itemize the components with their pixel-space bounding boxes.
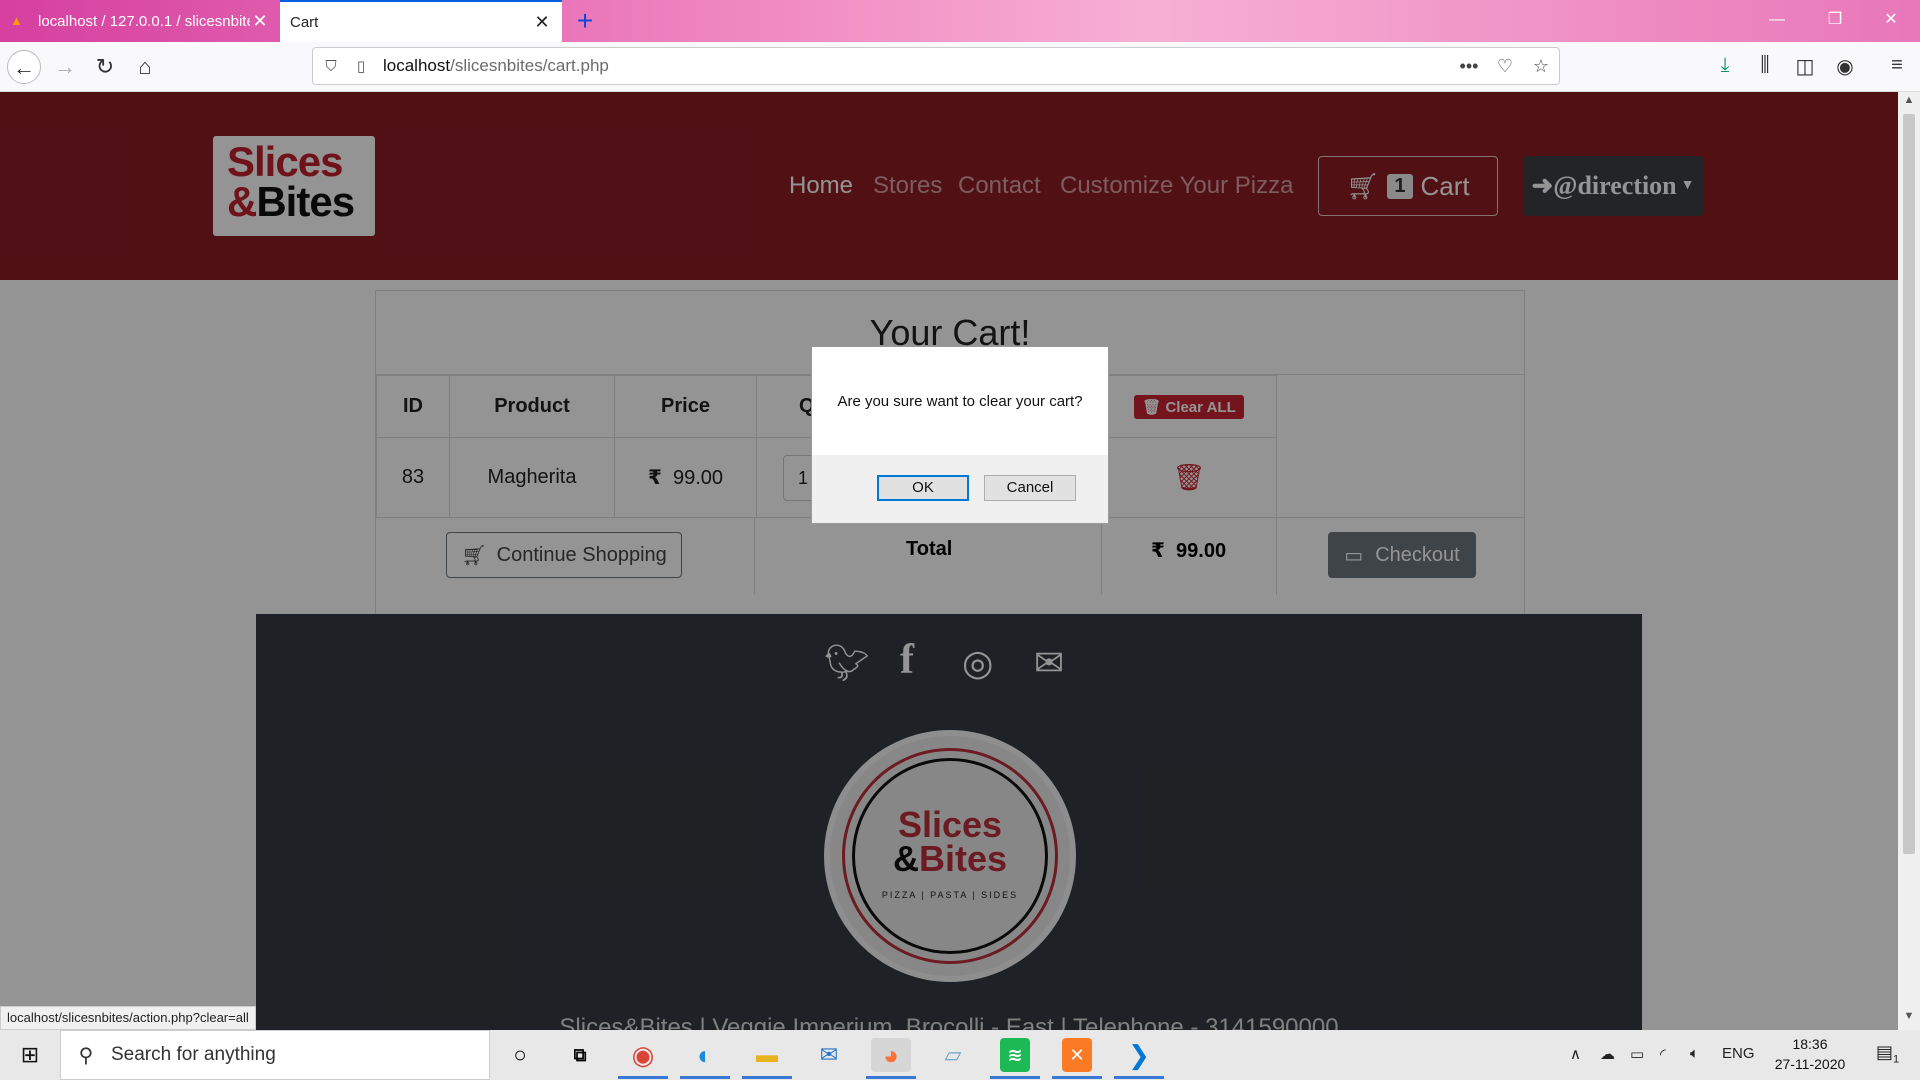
sidebar-icon[interactable]: ◫ (1790, 54, 1820, 79)
download-icon[interactable]: ⤓ (1710, 54, 1740, 77)
mail-icon[interactable]: ✉ (809, 1038, 849, 1072)
new-tab-button[interactable]: + (570, 4, 600, 38)
url-host: localhost (383, 56, 451, 75)
scrollbar-thumb[interactable] (1903, 114, 1915, 854)
clock-date: 27-11-2020 (1774, 1056, 1846, 1072)
tab-phpmyadmin[interactable]: ▲ localhost / 127.0.0.1 / slicesnbites ✕ (0, 0, 280, 42)
menu-icon[interactable]: ≡ (1882, 54, 1912, 77)
status-bar-url: localhost/slicesnbites/action.php?clear=… (0, 1006, 256, 1030)
address-bar[interactable]: ⛉ ▯ localhost/slicesnbites/cart.php ••• … (312, 47, 1560, 85)
page-scrollbar[interactable]: ▲ ▼ (1898, 92, 1920, 1030)
library-icon[interactable]: ⫼ (1750, 54, 1780, 77)
notepad-icon[interactable]: ▱ (933, 1038, 973, 1072)
close-icon[interactable]: ✕ (250, 11, 270, 32)
cancel-button[interactable]: Cancel (984, 475, 1076, 501)
file-explorer-icon[interactable]: ▬ (747, 1038, 787, 1072)
task-view-icon[interactable]: ⧉ (560, 1038, 600, 1072)
reload-button[interactable]: ↻ (88, 50, 122, 84)
edge-icon[interactable]: ◐ (685, 1038, 725, 1072)
more-actions-icon[interactable]: ••• (1451, 56, 1487, 77)
notification-center-icon[interactable]: ▤1 (1876, 1042, 1899, 1066)
clock-time: 18:36 (1792, 1036, 1828, 1052)
show-hidden-icons[interactable]: ∧ (1570, 1045, 1581, 1063)
back-button[interactable]: ← (7, 50, 41, 84)
onedrive-icon[interactable]: ☁ (1600, 1045, 1615, 1063)
page-info-icon[interactable]: ▯ (349, 57, 373, 75)
confirm-dialog: Are you sure want to clear your cart? OK… (811, 346, 1109, 524)
firefox-icon[interactable]: ◕ (871, 1038, 911, 1072)
close-window-button[interactable]: ✕ (1866, 0, 1916, 42)
pocket-icon[interactable]: ♡ (1487, 56, 1523, 77)
phpmyadmin-icon: ▲ (10, 13, 23, 28)
browser-tab-bar: ▲ localhost / 127.0.0.1 / slicesnbites ✕… (0, 0, 1920, 42)
browser-navbar: ← → ↻ ⌂ ⛉ ▯ localhost/slicesnbites/cart.… (0, 42, 1920, 92)
xampp-icon[interactable]: ✕ (1062, 1038, 1092, 1072)
search-placeholder: Search for anything (111, 1044, 276, 1065)
tab-cart[interactable]: Cart ✕ (280, 0, 562, 42)
taskbar-search[interactable]: ⚲ Search for anything (60, 1030, 490, 1080)
restore-button[interactable]: ❐ (1810, 0, 1860, 42)
page-viewport: Slices &Bites Home Stores Contact Custom… (0, 92, 1898, 1030)
account-icon[interactable]: ◉ (1830, 54, 1860, 79)
scroll-up-arrow[interactable]: ▲ (1898, 94, 1920, 106)
minimize-button[interactable]: — (1752, 0, 1802, 42)
tab-title: localhost / 127.0.0.1 / slicesnbites (38, 12, 250, 30)
spotify-icon[interactable]: ≋ (1000, 1038, 1030, 1072)
close-icon[interactable]: ✕ (532, 12, 552, 33)
vscode-icon[interactable]: ❯ (1119, 1038, 1159, 1072)
modal-overlay (0, 92, 1898, 1030)
home-button[interactable]: ⌂ (128, 50, 162, 84)
bookmark-star-icon[interactable]: ☆ (1523, 56, 1559, 77)
volume-icon[interactable]: 🔈︎ (1690, 1045, 1699, 1062)
windows-start-icon[interactable]: ⊞ (0, 1030, 60, 1080)
notification-count: 1 (1893, 1053, 1900, 1066)
taskbar-clock[interactable]: 18:36 27-11-2020 (1760, 1034, 1860, 1074)
language-indicator[interactable]: ENG (1722, 1045, 1755, 1062)
cortana-icon[interactable]: ○ (500, 1038, 540, 1072)
wifi-icon[interactable]: ◜ (1660, 1045, 1666, 1063)
forward-button[interactable]: → (48, 50, 82, 84)
ok-button[interactable]: OK (877, 475, 969, 501)
tab-title: Cart (290, 13, 319, 31)
battery-icon[interactable]: ▭ (1630, 1045, 1644, 1063)
url-path: /slicesnbites/cart.php (450, 56, 609, 75)
dialog-message: Are you sure want to clear your cart? (812, 347, 1108, 455)
url-text[interactable]: localhost/slicesnbites/cart.php (373, 56, 1451, 76)
chrome-icon[interactable]: ◉ (623, 1038, 663, 1072)
windows-taskbar: ⊞ ⚲ Search for anything ○ ⧉ ◉ ◐ ▬ ✉ ◕ ▱ … (0, 1030, 1920, 1080)
search-icon: ⚲ (78, 1044, 94, 1067)
scroll-down-arrow[interactable]: ▼ (1898, 1010, 1920, 1022)
shield-icon[interactable]: ⛉ (313, 58, 349, 75)
